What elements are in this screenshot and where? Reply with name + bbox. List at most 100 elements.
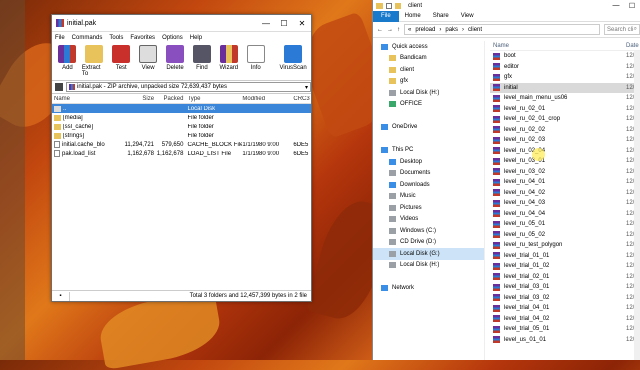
list-item[interactable]: level_ru_02_04 12/7 <box>490 146 640 157</box>
nav-item[interactable]: Documents <box>373 168 484 180</box>
search-input[interactable]: Search cli ⌕ <box>604 24 640 35</box>
close-button[interactable]: ✕ <box>293 19 311 28</box>
delete-button[interactable]: Delete <box>163 45 188 71</box>
maximize-button[interactable]: ☐ <box>275 19 293 28</box>
nav-item[interactable]: Pictures <box>373 202 484 214</box>
list-item[interactable]: level_ru_05_01 12/7 <box>490 219 640 230</box>
explorer-minimize-button[interactable]: — <box>608 2 624 10</box>
list-item[interactable]: level_trial_02_01 12/7 <box>490 272 640 283</box>
list-item[interactable]: level_trial_03_02 12/7 <box>490 293 640 304</box>
list-item[interactable]: level_ru_03_02 12/7 <box>490 167 640 178</box>
list-item[interactable]: level_ru_04_04 12/7 <box>490 209 640 220</box>
col-date[interactable]: Date <box>626 43 640 49</box>
table-row[interactable]: [ssl_cache] File folder <box>52 122 311 131</box>
list-item[interactable]: level_trial_04_02 12/7 <box>490 314 640 325</box>
extract-to-button[interactable]: Extract To <box>82 45 107 77</box>
col-size[interactable]: Size <box>113 96 154 102</box>
menu-commands[interactable]: Commands <box>72 35 103 41</box>
info-button[interactable]: Info <box>243 45 268 71</box>
list-item[interactable]: level_trial_01_01 12/7 <box>490 251 640 262</box>
view-button[interactable]: View <box>136 45 161 71</box>
nav-item[interactable]: Local Disk (G:) <box>373 248 484 260</box>
minimize-button[interactable]: — <box>257 19 275 28</box>
menu-tools[interactable]: Tools <box>109 35 123 41</box>
scrollbar[interactable] <box>634 51 640 360</box>
tab-home[interactable]: Home <box>399 13 427 19</box>
list-item[interactable]: level_ru_05_02 12/7 <box>490 230 640 241</box>
nav-item[interactable]: Desktop <box>373 156 484 168</box>
wizard-button[interactable]: Wizard <box>216 45 241 71</box>
col-name[interactable]: Name <box>54 96 113 102</box>
menu-file[interactable]: File <box>55 35 65 41</box>
breadcrumb-client[interactable]: client <box>468 27 482 33</box>
nav-item[interactable]: gfx <box>373 76 484 88</box>
list-item[interactable]: level_trial_04_01 12/7 <box>490 303 640 314</box>
table-row[interactable]: .. Local Disk <box>52 104 311 113</box>
list-item[interactable]: level_ru_04_03 12/7 <box>490 198 640 209</box>
up-arrow-icon[interactable]: ↑ <box>397 27 400 33</box>
breadcrumb-paks[interactable]: paks <box>445 27 458 33</box>
nav-item[interactable]: Videos <box>373 214 484 226</box>
tab-share[interactable]: Share <box>427 13 455 19</box>
nav-item[interactable]: Local Disk (H:) <box>373 87 484 99</box>
list-item[interactable]: level_us_01_01 12/7 <box>490 335 640 346</box>
col-name[interactable]: Name <box>493 43 509 49</box>
nav-item[interactable]: Quick access <box>373 41 484 53</box>
list-item[interactable]: level_trial_05_01 12/7 <box>490 324 640 335</box>
test-button[interactable]: Test <box>109 45 134 71</box>
back-arrow-icon[interactable]: ← <box>377 27 383 33</box>
table-row[interactable]: pak.load_list 1,162,678 1,162,678 LOAD_L… <box>52 149 311 158</box>
new-folder-icon[interactable] <box>395 2 401 9</box>
menu-help[interactable]: Help <box>190 35 202 41</box>
menu-favorites[interactable]: Favorites <box>130 35 155 41</box>
nav-item[interactable]: OFFICE <box>373 99 484 111</box>
list-item[interactable]: level_trial_03_01 12/7 <box>490 282 640 293</box>
tab-file[interactable]: File <box>373 10 399 22</box>
find-button[interactable]: Find <box>189 45 214 71</box>
list-item[interactable]: level_ru_02_03 12/7 <box>490 135 640 146</box>
forward-arrow-icon[interactable]: → <box>387 27 393 33</box>
list-item[interactable]: level_trial_01_02 12/7 <box>490 261 640 272</box>
dropdown-icon[interactable]: ▾ <box>305 84 310 91</box>
list-item[interactable]: level_ru_04_01 12/7 <box>490 177 640 188</box>
quick-access-toolbar-icon[interactable] <box>386 2 392 9</box>
list-item[interactable]: level_ru_02_01 12/7 <box>490 104 640 115</box>
col-type[interactable]: Type <box>187 96 242 102</box>
nav-item[interactable]: Bandicam <box>373 53 484 65</box>
virusscan-button[interactable]: VirusScan <box>278 45 308 71</box>
archive-path-field[interactable]: initial.pak - ZIP archive, unpacked size… <box>66 82 311 92</box>
tab-view[interactable]: View <box>455 13 480 19</box>
add-button[interactable]: Add <box>55 45 80 71</box>
explorer-maximize-button[interactable]: ☐ <box>624 2 640 10</box>
table-row[interactable]: initial.cache_blo 11,294,721 579,650 CAC… <box>52 140 311 149</box>
col-packed[interactable]: Packed <box>154 96 183 102</box>
breadcrumb[interactable]: « preload › paks › client <box>404 24 600 35</box>
nav-item[interactable]: client <box>373 64 484 76</box>
list-item[interactable]: gfx 12/7 <box>490 72 640 83</box>
list-item[interactable]: level_ru_test_polygon 12/7 <box>490 240 640 251</box>
list-item[interactable]: level_ru_02_01_crop 12/7 <box>490 114 640 125</box>
nav-item[interactable]: Windows (C:) <box>373 225 484 237</box>
list-item[interactable]: level_main_menu_us06 12/7 <box>490 93 640 104</box>
nav-item[interactable]: CD Drive (D:) <box>373 237 484 249</box>
menu-options[interactable]: Options <box>162 35 183 41</box>
table-row[interactable]: [strings] File folder <box>52 131 311 140</box>
nav-item[interactable]: OneDrive <box>373 122 484 134</box>
list-item[interactable]: level_ru_04_02 12/7 <box>490 188 640 199</box>
nav-item[interactable]: This PC <box>373 145 484 157</box>
rar-archive-icon <box>493 315 500 323</box>
list-item[interactable]: initial 12/7 <box>490 82 640 93</box>
nav-item[interactable]: Downloads <box>373 179 484 191</box>
up-folder-icon[interactable] <box>55 83 63 91</box>
nav-item[interactable]: Music <box>373 191 484 203</box>
list-item[interactable]: boot 12/7 <box>490 51 640 62</box>
nav-item[interactable]: Network <box>373 283 484 295</box>
nav-item[interactable]: Local Disk (H:) <box>373 260 484 272</box>
list-item[interactable]: level_ru_03_01 12/7 <box>490 156 640 167</box>
col-crc[interactable]: CRC3 <box>293 96 311 102</box>
list-item[interactable]: editor 12/7 <box>490 62 640 73</box>
breadcrumb-preload[interactable]: preload <box>415 27 435 33</box>
col-modified[interactable]: Modified <box>242 96 293 102</box>
table-row[interactable]: [media] File folder <box>52 113 311 122</box>
list-item[interactable]: level_ru_02_02 12/7 <box>490 125 640 136</box>
